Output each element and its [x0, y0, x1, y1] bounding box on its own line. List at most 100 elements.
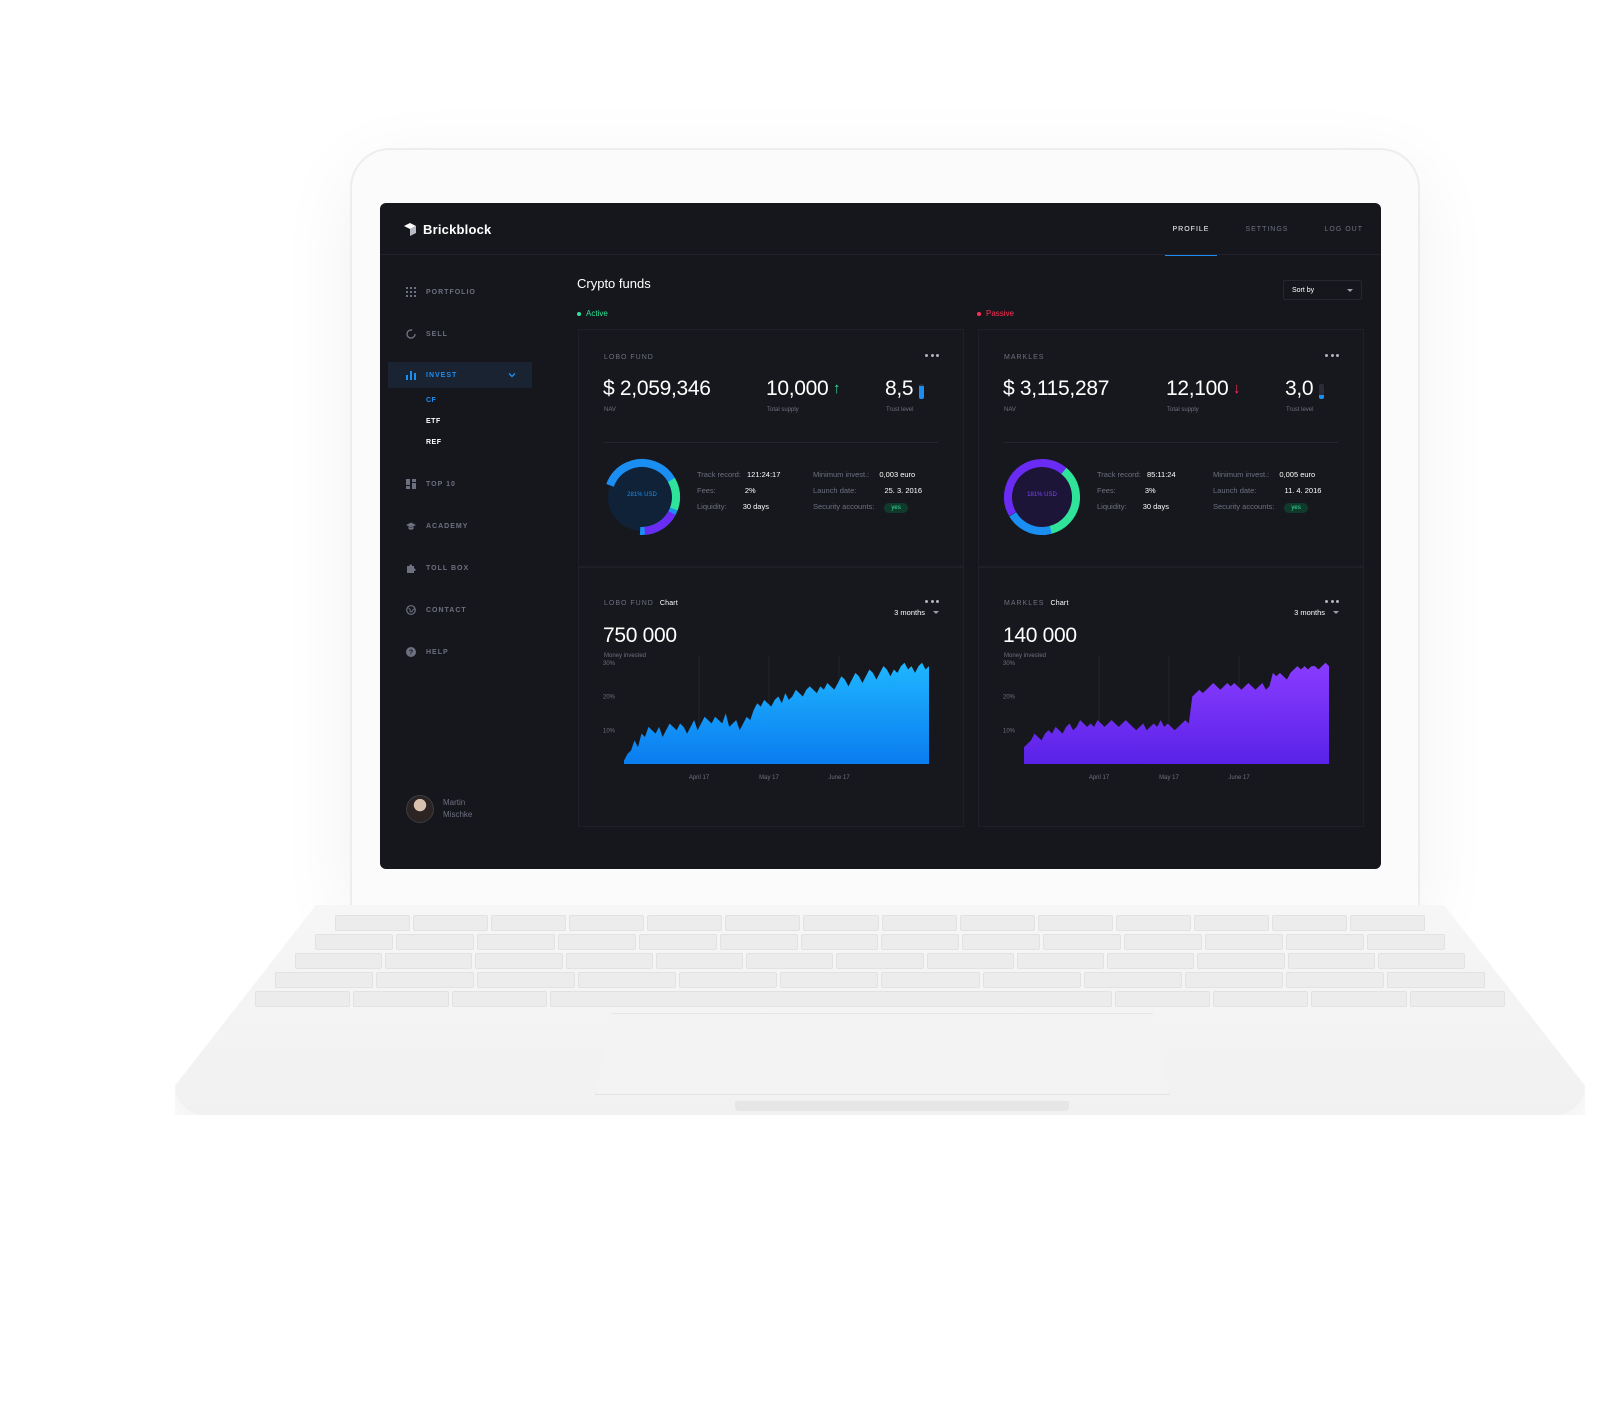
nav-logout[interactable]: LOG OUT	[1306, 203, 1381, 255]
nav-profile[interactable]: PROFILE	[1155, 203, 1228, 256]
stats-right: Minimum invest.: 0,003 euro Launch date:…	[813, 467, 922, 515]
sidebar-item-academy[interactable]: ACADEMY	[388, 513, 532, 539]
status-active: Active	[577, 309, 608, 318]
security-badge: yes	[884, 503, 908, 513]
bar-chart-icon	[406, 371, 416, 380]
fund-name: MARKLES	[1004, 354, 1045, 361]
sidebar-item-label: TOP 10	[426, 480, 456, 488]
user-profile[interactable]: Martin Mischke	[406, 795, 472, 823]
stats-left: Track record: 121:24:17 Fees: 2% Liquidi…	[697, 467, 780, 515]
security-accounts-label: Security accounts:	[1213, 502, 1275, 511]
nav-value: $ 2,059,346	[603, 377, 711, 400]
more-icon[interactable]	[1325, 354, 1339, 358]
sidebar-item-help[interactable]: ? HELP	[388, 639, 532, 665]
chart-tab-label[interactable]: Chart	[1050, 600, 1068, 607]
key-row	[335, 915, 1426, 931]
fund-card: LOBO FUND $ 2,059,346 NAV 10,000 ↑ Total…	[578, 329, 964, 567]
sidebar-subitem-ref[interactable]: REF	[426, 439, 442, 446]
sidebar-item-label: ACADEMY	[426, 522, 469, 530]
nav-label: NAV	[604, 407, 616, 413]
total-supply-value: 10,000	[766, 377, 829, 400]
liquidity-value: 30 days	[742, 502, 769, 511]
money-invested-value: 140 000	[1003, 624, 1077, 647]
trust-level-label: Trust level	[1286, 407, 1314, 413]
brand-name: Brickblock	[423, 222, 492, 237]
grid-icon	[406, 287, 416, 297]
x-tick-label: May 17	[759, 775, 779, 781]
x-tick-label: May 17	[1159, 775, 1179, 781]
x-tick-label: April 17	[689, 775, 710, 781]
area-series	[1024, 662, 1329, 764]
status-passive: Passive	[977, 309, 1014, 318]
avatar[interactable]	[406, 795, 434, 823]
svg-text:?: ?	[409, 650, 413, 657]
status-dot	[977, 311, 981, 316]
brand[interactable]: Brickblock	[404, 222, 491, 237]
range-dropdown[interactable]: 3 months	[1294, 608, 1339, 617]
circle-icon	[406, 329, 416, 339]
trust-level-fill	[1319, 394, 1324, 399]
y-tick-label: 10%	[1003, 728, 1016, 734]
sidebar-item-sell[interactable]: SELL	[388, 321, 532, 347]
sidebar-item-label: CONTACT	[426, 606, 467, 614]
chart-tab-label[interactable]: Chart	[660, 600, 678, 607]
top-nav: PROFILE SETTINGS LOG OUT	[1155, 203, 1381, 256]
chart-card-title: LOBO FUND Chart	[604, 600, 678, 607]
sidebar-item-label: INVEST	[426, 371, 458, 379]
min-invest-label: Minimum invest.:	[1213, 470, 1270, 479]
liquidity-label: Liquidity:	[1097, 502, 1127, 511]
x-tick-label: June 17	[828, 775, 850, 781]
y-tick-label: 10%	[603, 728, 616, 734]
sidebar-subitem-etf[interactable]: ETF	[426, 418, 441, 425]
donut-center-text: 281% USD	[627, 492, 657, 498]
screen: Brickblock PROFILE SETTINGS LOG OUT PORT…	[380, 203, 1381, 869]
more-icon[interactable]	[925, 354, 939, 358]
total-supply-value: 12,100	[1166, 377, 1229, 400]
dashboard-icon	[406, 479, 416, 489]
fees-value: 3%	[1144, 486, 1156, 495]
status-dot	[577, 311, 581, 316]
more-icon[interactable]	[925, 600, 939, 604]
y-tick-label: 20%	[603, 695, 616, 701]
money-invested-value: 750 000	[603, 624, 677, 647]
nav-value: $ 3,115,287	[1003, 377, 1110, 400]
more-icon[interactable]	[1325, 600, 1339, 604]
sidebar-item-toolbox[interactable]: TOLL BOX	[388, 555, 532, 581]
sidebar-item-label: TOLL BOX	[426, 564, 470, 572]
launch-date-value: 11. 4. 2016	[1284, 486, 1322, 495]
user-first-name: Martin	[443, 798, 466, 807]
caret-down-icon	[1347, 289, 1353, 292]
sort-by-label: Sort by	[1292, 286, 1315, 294]
arrow-up-icon: ↑	[833, 380, 841, 397]
liquidity-label: Liquidity:	[697, 502, 727, 511]
sidebar-item-top10[interactable]: TOP 10	[388, 471, 532, 497]
fund-name: LOBO FUND	[604, 600, 654, 607]
launch-date-label: Launch date:	[813, 486, 857, 495]
liquidity-value: 30 days	[1142, 502, 1169, 511]
range-label: 3 months	[894, 608, 925, 617]
sort-by-dropdown[interactable]: Sort by	[1283, 280, 1362, 300]
track-record-value: 85:11:24	[1147, 470, 1176, 479]
caret-down-icon	[1333, 611, 1339, 614]
fees-label: Fees:	[1097, 486, 1116, 495]
user-last-name: Mischke	[443, 810, 473, 819]
nav-settings[interactable]: SETTINGS	[1227, 203, 1306, 255]
range-dropdown[interactable]: 3 months	[894, 608, 939, 617]
chevron-down-icon[interactable]	[508, 371, 516, 379]
status-label: Active	[586, 309, 608, 318]
x-tick-label: April 17	[1089, 775, 1110, 781]
trust-level-value: 3,0	[1285, 377, 1314, 400]
key-row	[275, 972, 1485, 988]
divider	[1004, 442, 1338, 443]
sidebar-item-contact[interactable]: CONTACT	[388, 597, 532, 623]
user-name: Martin Mischke	[443, 797, 472, 821]
sidebar-item-invest[interactable]: INVEST	[388, 362, 532, 388]
key-row	[295, 953, 1466, 969]
sidebar-item-portfolio[interactable]: PORTFOLIO	[388, 279, 532, 305]
track-record-label: Track record:	[1097, 470, 1141, 479]
trust-level-value: 8,5	[885, 377, 914, 400]
help-icon: ?	[406, 647, 416, 657]
launch-date-value: 25. 3. 2016	[884, 486, 923, 495]
fund-card: MARKLES $ 3,115,287 NAV 12,100 ↓ Total s…	[978, 329, 1364, 567]
sidebar-subitem-cf[interactable]: CF	[426, 397, 436, 404]
